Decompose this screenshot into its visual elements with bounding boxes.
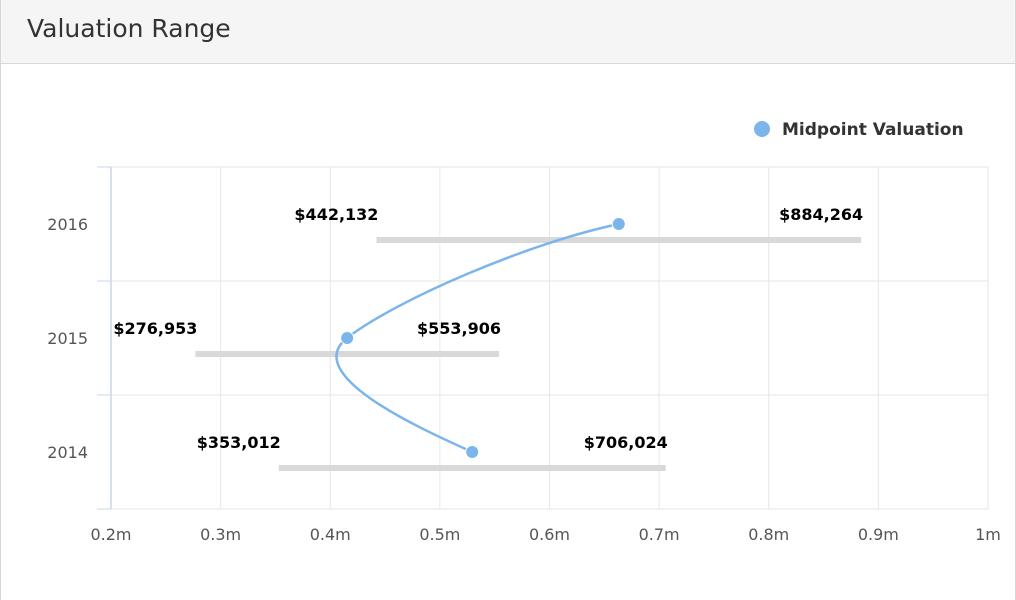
- midpoint-marker: [611, 217, 626, 231]
- y-tick-label: 2014: [47, 443, 88, 462]
- legend-marker: [754, 121, 770, 137]
- valuation-range-panel: Valuation Range 2016 2015 2014 0.2m 0.3m 0.4m…: [0, 0, 1016, 600]
- midpoint-line: [335, 222, 620, 454]
- x-tick-label: 0.5m: [419, 525, 460, 544]
- range-bar: [376, 237, 862, 243]
- range-low-label: $353,012: [197, 433, 281, 452]
- valuation-chart: 2016 2015 2014 0.2m 0.3m 0.4m 0.5m 0.6m 0.7m 0.8m…: [47, 120, 1001, 544]
- x-tick-label: 0.4m: [310, 525, 351, 544]
- x-tick-label: 0.7m: [639, 525, 680, 544]
- range-high-label: $884,264: [779, 205, 863, 224]
- range-low-label: $276,953: [113, 319, 197, 338]
- y-tick-label: 2016: [47, 215, 88, 234]
- y-tick-label: 2015: [47, 329, 88, 348]
- x-tick-label: 0.3m: [200, 525, 241, 544]
- legend-label: Midpoint Valuation: [782, 120, 964, 140]
- range-bar: [195, 351, 499, 357]
- x-tick-label: 1m: [975, 525, 1001, 544]
- x-tick-label: 0.8m: [748, 525, 789, 544]
- range-low-label: $442,132: [294, 205, 378, 224]
- x-tick-label: 0.9m: [858, 525, 899, 544]
- range-bar: [278, 465, 666, 471]
- midpoint-marker: [465, 445, 480, 459]
- x-tick-label: 0.6m: [529, 525, 570, 544]
- x-tick-label: 0.2m: [90, 525, 131, 544]
- range-high-label: $706,024: [584, 433, 668, 452]
- range-high-label: $553,906: [417, 319, 501, 338]
- midpoint-marker: [340, 331, 355, 345]
